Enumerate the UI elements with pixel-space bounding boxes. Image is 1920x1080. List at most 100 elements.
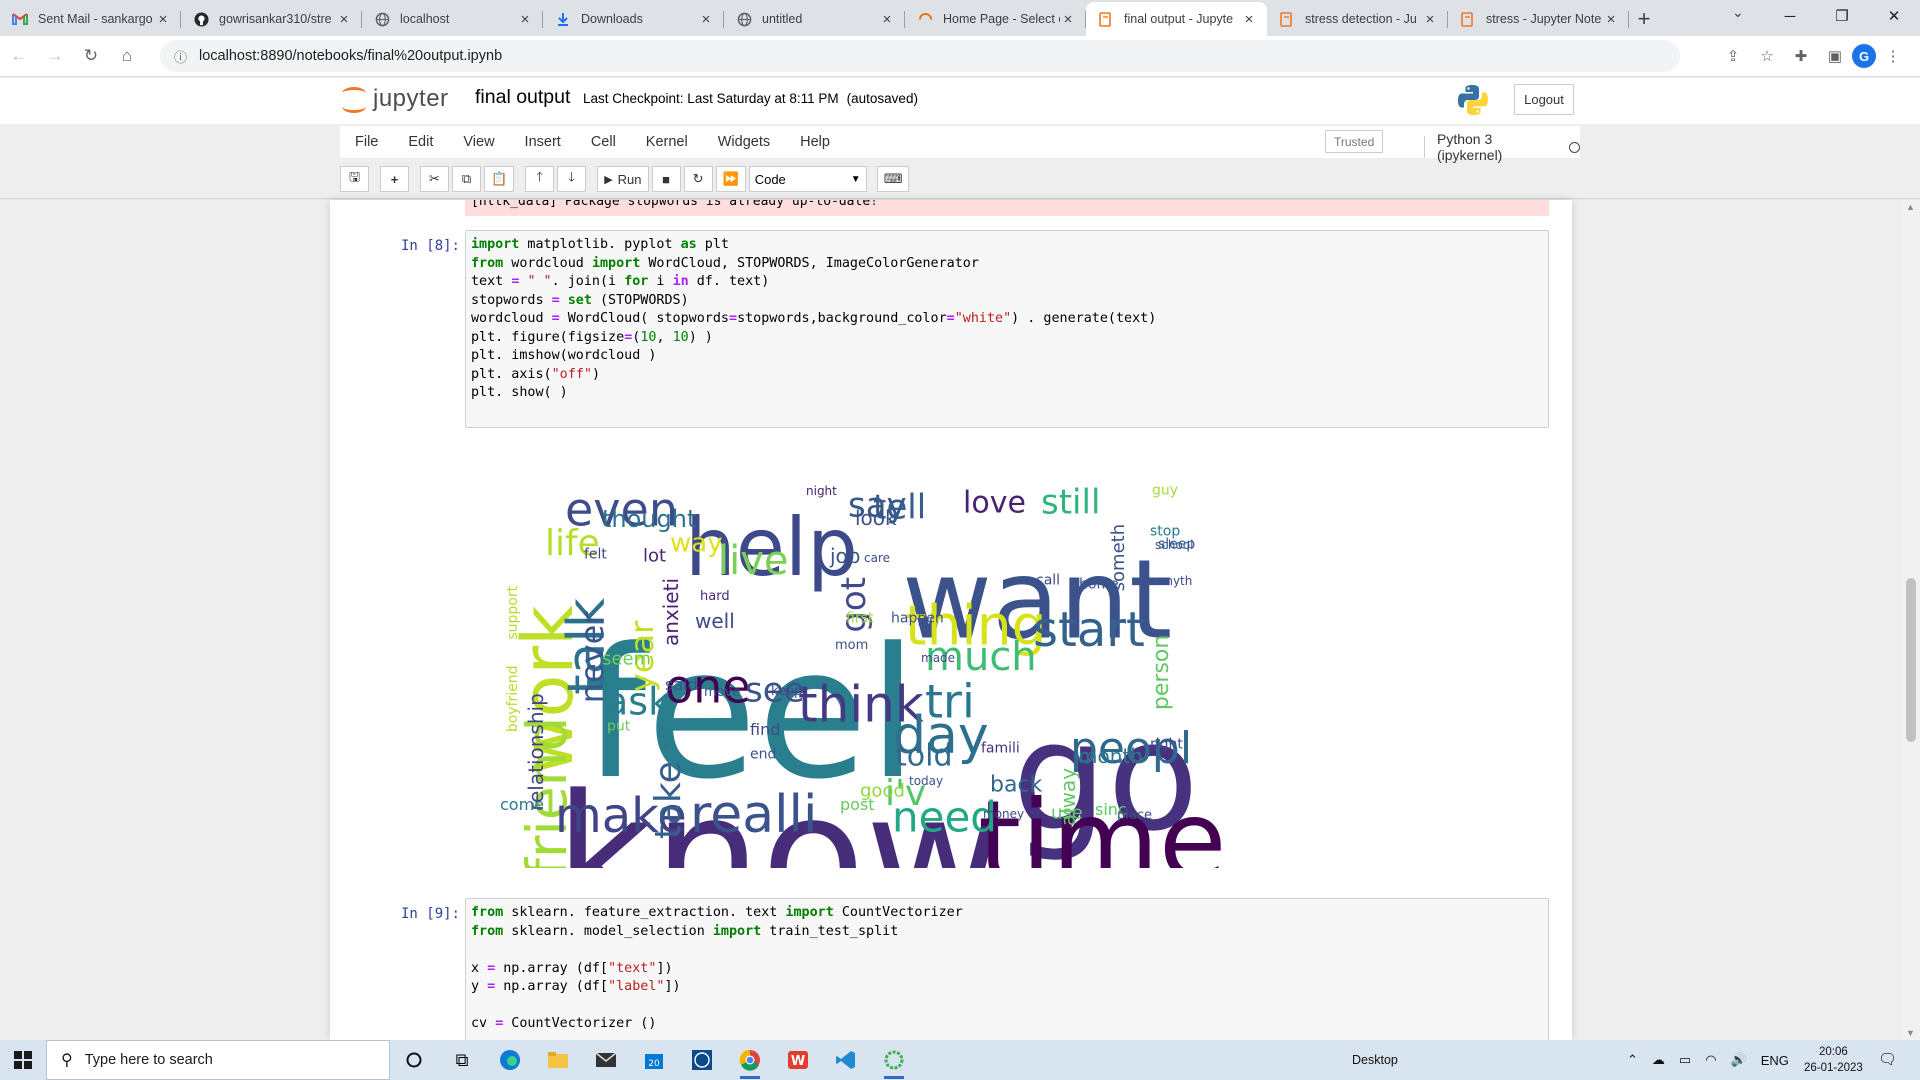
site-info-icon[interactable]: ⓘ xyxy=(174,47,187,66)
wifi-icon[interactable]: ◠ xyxy=(1705,1052,1716,1068)
taskbar-clock[interactable]: 20:06 26-01-2023 xyxy=(1804,1044,1863,1076)
menu-kebab-icon[interactable]: ⋮ xyxy=(1876,40,1910,72)
browser-tab[interactable]: stress - Jupyter Note × xyxy=(1448,2,1629,36)
share-icon[interactable]: ⇪ xyxy=(1716,40,1750,72)
minimize-icon[interactable]: ─ xyxy=(1764,0,1816,32)
restore-icon[interactable]: ❐ xyxy=(1816,0,1868,32)
task-view-icon[interactable]: ⧉ xyxy=(438,1040,486,1080)
close-icon[interactable]: × xyxy=(879,11,895,28)
code-cell-9[interactable]: from sklearn. feature_extraction. text i… xyxy=(465,898,1549,1040)
language-indicator[interactable]: ENG xyxy=(1761,1053,1789,1068)
edge-browser-icon[interactable] xyxy=(486,1040,534,1080)
cut-icon[interactable]: ✂ xyxy=(420,166,449,192)
windows-start-icon[interactable] xyxy=(0,1040,46,1080)
volume-icon[interactable]: 🔊 xyxy=(1731,1052,1747,1068)
move-down-icon[interactable]: 🡓 xyxy=(557,166,587,192)
close-icon[interactable]: × xyxy=(1241,11,1257,28)
scroll-down-arrow-icon[interactable]: ▼ xyxy=(1906,1028,1915,1038)
tab-title: stress - Jupyter Note xyxy=(1486,12,1602,26)
jupyter-logo[interactable]: jupyter xyxy=(341,84,449,114)
input-prompt: In [8]: xyxy=(400,238,460,254)
browser-tab[interactable]: Downloads × xyxy=(543,2,724,36)
vscode-icon[interactable] xyxy=(822,1040,870,1080)
new-tab-button[interactable]: + xyxy=(1629,2,1659,36)
code-editor[interactable]: import matplotlib. pyplot as plt from wo… xyxy=(466,231,1548,408)
menu-widgets[interactable]: Widgets xyxy=(703,126,785,158)
tab-search-chevron-icon[interactable]: ⌄ xyxy=(1732,4,1744,21)
reload-icon[interactable]: ↻ xyxy=(74,40,108,72)
copy-icon[interactable]: ⧉ xyxy=(452,166,481,192)
forward-arrow-icon[interactable]: → xyxy=(38,40,72,72)
bookmark-star-icon[interactable]: ☆ xyxy=(1750,40,1784,72)
wordcloud-word: give xyxy=(656,725,670,750)
menu-kernel[interactable]: Kernel xyxy=(631,126,703,158)
trusted-indicator[interactable]: Trusted xyxy=(1325,130,1384,153)
code-editor[interactable]: from sklearn. feature_extraction. text i… xyxy=(466,899,1548,1039)
restart-run-all-icon[interactable]: ⏩ xyxy=(715,166,746,192)
home-icon[interactable]: ⌂ xyxy=(110,40,144,72)
store-icon[interactable]: 20 xyxy=(630,1040,678,1080)
menu-view[interactable]: View xyxy=(448,126,509,158)
code-cell-8[interactable]: import matplotlib. pyplot as plt from wo… xyxy=(465,230,1549,428)
notebook-title[interactable]: final output xyxy=(475,86,570,109)
close-icon[interactable]: × xyxy=(1422,11,1438,28)
paste-icon[interactable]: 📋 xyxy=(484,166,515,192)
command-palette-keyboard-icon[interactable]: ⌨ xyxy=(876,166,910,192)
browser-tab[interactable]: localhost × xyxy=(362,2,543,36)
search-placeholder: Type here to search xyxy=(84,1052,213,1068)
chevron-up-icon[interactable]: ⌃ xyxy=(1627,1052,1638,1068)
close-icon[interactable]: × xyxy=(1060,11,1076,28)
scroll-up-arrow-icon[interactable]: ▲ xyxy=(1906,202,1915,212)
browser-tab[interactable]: untitled × xyxy=(724,2,905,36)
menu-help[interactable]: Help xyxy=(785,126,845,158)
file-explorer-icon[interactable] xyxy=(534,1040,582,1080)
menu-file[interactable]: File xyxy=(340,126,393,158)
add-cell-icon[interactable]: + xyxy=(380,166,409,192)
save-icon[interactable]: 🖫 xyxy=(340,166,369,192)
run-button[interactable]: ▶ Run xyxy=(597,166,649,192)
wordcloud-word: realli xyxy=(690,785,817,845)
system-tray: ⌃ ☁ ▭ ◠ 🔊 ENG xyxy=(1620,1040,1796,1080)
browser-tab[interactable]: gowrisankar310/stre × xyxy=(181,2,362,36)
menu-edit[interactable]: Edit xyxy=(393,126,448,158)
notification-icon[interactable]: 🗨 xyxy=(1878,1050,1897,1068)
restart-icon[interactable]: ↻ xyxy=(683,166,713,192)
cell-type-select[interactable]: Code ▼ xyxy=(748,166,867,192)
cortana-circle-icon[interactable] xyxy=(390,1040,438,1080)
interrupt-stop-icon[interactable]: ■ xyxy=(651,166,681,192)
desktop-toolbar-label[interactable]: Desktop xyxy=(1352,1053,1398,1067)
close-icon[interactable]: × xyxy=(1603,11,1619,28)
extensions-puzzle-icon[interactable]: ✚ xyxy=(1784,40,1818,72)
page-scrollbar[interactable]: ▲ ▼ xyxy=(1902,200,1920,1040)
notebook-toolbar: 🖫 + ✂ ⧉ 📋 🡑 🡓 ▶ Run ■ ↻ ⏩ Code ▼ ⌨ xyxy=(340,164,1580,194)
address-bar[interactable]: ⓘ localhost:8890/notebooks/final%20outpu… xyxy=(160,40,1680,72)
close-icon[interactable]: × xyxy=(155,11,171,28)
scrollbar-thumb[interactable] xyxy=(1906,578,1916,742)
logout-button[interactable]: Logout xyxy=(1514,84,1574,115)
anaconda-ring-icon[interactable] xyxy=(870,1040,918,1080)
mail-icon[interactable] xyxy=(582,1040,630,1080)
close-window-icon[interactable]: ✕ xyxy=(1868,0,1920,32)
move-up-icon[interactable]: 🡑 xyxy=(525,166,555,192)
cloud-icon[interactable]: ☁ xyxy=(1652,1052,1665,1068)
menu-insert[interactable]: Insert xyxy=(510,126,576,158)
browser-tab[interactable]: Home Page - Select c × xyxy=(905,2,1086,36)
wordcloud-word: today xyxy=(909,774,943,788)
close-icon[interactable]: × xyxy=(698,11,714,28)
wordcloud-word: keep xyxy=(771,684,802,699)
wordcloud-word: back xyxy=(990,773,1043,798)
close-icon[interactable]: × xyxy=(517,11,533,28)
dell-icon[interactable] xyxy=(678,1040,726,1080)
side-panel-icon[interactable]: ▣ xyxy=(1818,40,1852,72)
battery-icon[interactable]: ▭ xyxy=(1679,1052,1691,1068)
back-arrow-icon[interactable]: ← xyxy=(2,40,36,72)
browser-tab-active[interactable]: final output - Jupyte × xyxy=(1086,2,1267,36)
browser-tab[interactable]: Sent Mail - sankargo × xyxy=(0,2,181,36)
menu-cell[interactable]: Cell xyxy=(576,126,631,158)
taskbar-search-input[interactable]: ⚲ Type here to search xyxy=(46,1040,390,1080)
office-w-icon[interactable]: W xyxy=(774,1040,822,1080)
chrome-icon[interactable] xyxy=(726,1040,774,1080)
browser-tab[interactable]: stress detection - Ju × xyxy=(1267,2,1448,36)
close-icon[interactable]: × xyxy=(336,11,352,28)
profile-avatar[interactable]: G xyxy=(1852,44,1876,68)
